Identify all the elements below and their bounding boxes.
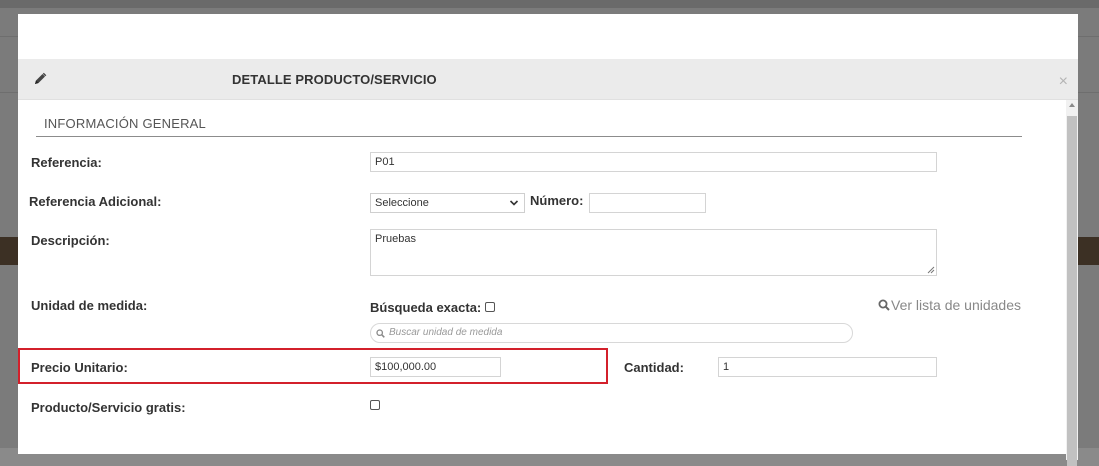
modal-title: DETALLE PRODUCTO/SERVICIO bbox=[232, 72, 437, 87]
referencia-input[interactable]: P01 bbox=[370, 152, 937, 172]
section-divider bbox=[36, 136, 1022, 137]
section-title: INFORMACIÓN GENERAL bbox=[44, 116, 206, 131]
descripcion-textarea[interactable]: Pruebas bbox=[370, 229, 937, 276]
ver-lista-unidades-link[interactable]: Ver lista de unidades bbox=[878, 297, 1021, 313]
descripcion-label: Descripción: bbox=[31, 233, 110, 248]
descripcion-value: Pruebas bbox=[375, 233, 416, 245]
ver-lista-unidades-text: Ver lista de unidades bbox=[891, 297, 1021, 313]
referencia-adicional-selected: Seleccione bbox=[375, 197, 429, 209]
search-icon bbox=[376, 329, 385, 338]
referencia-value: P01 bbox=[375, 156, 395, 168]
precio-unitario-input[interactable]: $100,000.00 bbox=[370, 357, 501, 377]
referencia-adicional-select[interactable]: Seleccione bbox=[370, 193, 525, 213]
unidad-medida-label: Unidad de medida: bbox=[31, 298, 148, 313]
modal-header: DETALLE PRODUCTO/SERVICIO × bbox=[18, 59, 1078, 100]
background-top-band bbox=[0, 0, 1099, 8]
scroll-up-arrow-icon[interactable] bbox=[1069, 103, 1075, 107]
resize-grip-icon[interactable] bbox=[927, 266, 935, 274]
precio-unitario-value: $100,000.00 bbox=[375, 361, 437, 373]
search-icon bbox=[878, 299, 890, 311]
numero-label: Número: bbox=[530, 193, 584, 208]
referencia-adicional-label: Referencia Adicional: bbox=[29, 194, 162, 209]
cantidad-label: Cantidad: bbox=[624, 360, 684, 375]
modal-scrollbar[interactable] bbox=[1066, 100, 1078, 466]
referencia-label: Referencia: bbox=[31, 155, 102, 170]
chevron-down-icon bbox=[509, 200, 519, 206]
cantidad-input[interactable]: 1 bbox=[718, 357, 937, 377]
busqueda-exacta-label: Búsqueda exacta: bbox=[370, 300, 482, 315]
cantidad-value: 1 bbox=[723, 361, 730, 373]
unidad-medida-search-placeholder: Buscar unidad de medida bbox=[389, 327, 503, 338]
precio-unitario-label: Precio Unitario: bbox=[31, 360, 128, 375]
gratis-label: Producto/Servicio gratis: bbox=[31, 400, 186, 415]
pencil-icon bbox=[35, 72, 47, 84]
modal-top-area bbox=[18, 14, 1078, 59]
unidad-medida-search-input[interactable]: Buscar unidad de medida bbox=[370, 323, 853, 343]
busqueda-exacta-checkbox[interactable] bbox=[485, 302, 495, 312]
product-detail-modal: DETALLE PRODUCTO/SERVICIO × INFORMACIÓN … bbox=[18, 14, 1078, 466]
scroll-thumb[interactable] bbox=[1067, 116, 1077, 466]
numero-input[interactable] bbox=[589, 193, 706, 213]
gratis-checkbox[interactable] bbox=[370, 400, 380, 410]
close-icon[interactable]: × bbox=[1059, 74, 1068, 90]
